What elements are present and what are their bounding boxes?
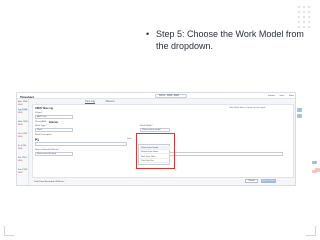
remove-row-icon[interactable] [312,170,317,173]
sidebar-item-day[interactable]: Sat, 12/07 [18,157,28,159]
work-type-label: Work Type * [35,125,47,127]
day-hours: 08:00 [18,124,23,126]
work-model-label: Work Model * [140,125,154,127]
tab-absence[interactable]: Absence [105,100,114,103]
day-hours: 08:00 [18,136,23,138]
slide: • Step 5: Choose the Work Model from the… [0,0,320,240]
phase-value: Internal [49,121,58,124]
sidebar-item-day[interactable]: Thu, 12/05 [18,133,28,135]
dropdown-option[interactable]: Work From Office [140,155,170,159]
description-field[interactable] [35,142,127,146]
sidebar-item-day[interactable]: Sun, 12/08 [18,169,28,171]
work-model-select[interactable]: Please select model [140,128,170,132]
bullet-dot: • [146,29,150,39]
day-hours: 08:00 [18,104,23,106]
add-icon[interactable] [297,108,302,112]
sidebar-item-day[interactable]: Mon, 12/02 [18,101,28,103]
description-label: Work Description [35,134,52,136]
day-sidebar: Mon, 12/02 08:00 Tue, 12/03 08:00 Wed, 1… [17,99,29,185]
add-row-icon[interactable] [312,161,317,164]
side-icon-strip [297,108,320,172]
dropdown-option[interactable]: Client Site Visit [140,159,170,163]
section-title: ABCS Time Log [35,107,54,110]
cancel-button[interactable]: Cancel [245,179,258,183]
header-actions: Submit Save More [264,95,294,97]
tab-bar: Time Log Absence [85,100,125,104]
date-range-picker[interactable]: 12/01 - 12/31, 2024 [155,94,187,98]
project-select[interactable]: ABCS Ltd [35,115,73,119]
save-header-button[interactable]: Save [279,95,284,97]
task-label: Task [127,138,132,140]
phase-label: Phase/ABS: [35,121,47,123]
more-button[interactable]: More [289,95,294,97]
total-time-text: Total Time Recorded: 08:00 hrs [34,180,65,183]
work-type-select[interactable]: Work [35,128,73,132]
sidebar-item-day-active[interactable]: Tue, 12/03 [18,109,28,112]
instruction-text: Step 5: Choose the Work Model from the d… [156,29,304,51]
day-hours: 08:00 [18,112,23,114]
work-hours-status-link[interactable]: View Work Hours Status for this week [229,107,266,109]
day-hours: 08:00 [18,172,23,174]
day-hours: 08:00 [18,160,23,162]
copy-icon[interactable] [297,114,302,118]
hours-input[interactable]: Enter hours (hh:mm) [35,152,73,156]
dropdown-option[interactable]: Please select model [140,145,170,150]
day-hours: 08:00 [18,148,23,150]
project-label: Project * [35,112,44,114]
dropdown-option[interactable]: Remote From Home [140,150,170,154]
app-screenshot: Timesheet 12/01 - 12/31, 2024 Submit Sav… [16,92,296,186]
decorative-corner-bottom-right [306,226,316,236]
save-close-button[interactable]: Save & Close [261,179,276,183]
hours-label: Hours Worked (HH:mm) * [35,149,60,151]
work-model-dropdown: Please select model Remote From Home Wor… [138,144,170,165]
app-title: Timesheet [20,94,34,99]
sidebar-item-day[interactable]: Fri, 12/06 [18,145,28,147]
submit-button[interactable]: Submit [268,95,275,97]
decorative-corner-bottom-left [4,226,14,236]
sidebar-item-day[interactable]: Wed, 12/04 [18,121,28,123]
